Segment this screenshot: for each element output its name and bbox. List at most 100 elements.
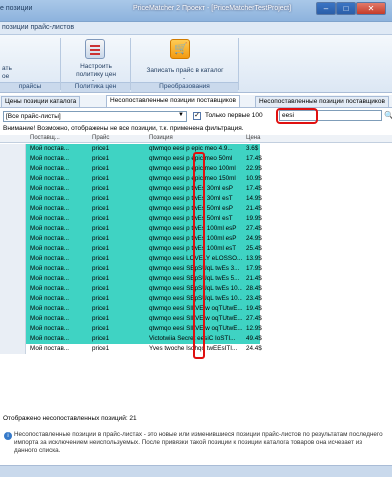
cell-cost: 19.9$ (246, 215, 262, 222)
filter-warning: Внимание! Возможно, отображены не все по… (3, 125, 244, 132)
cell-supplier: Мой постав... (30, 245, 70, 252)
cell-price: price1 (92, 345, 110, 352)
header-supplier[interactable]: Поставщ... (30, 135, 60, 141)
ribbon: ать ое Настроить политику цен - Записать… (0, 35, 392, 93)
row-indicator (0, 264, 26, 274)
table-row[interactable]: Мой постав... price1 Yves twoche Isqhqo tw… (0, 344, 262, 354)
cell-supplier: Мой постав... (30, 255, 70, 262)
write-catalog-button[interactable]: Записать прайс в каталог (145, 67, 225, 74)
cell-price: price1 (92, 205, 110, 212)
table-row[interactable]: Мой постав... price1 qtwmqo eesi p epic me… (0, 144, 260, 154)
row-indicator (0, 204, 26, 214)
price-list-select[interactable]: [Все прайс-листы] ▼ (3, 111, 187, 122)
tab-unmatched-other[interactable]: Несопоставленные позиции поставщиков (255, 96, 389, 107)
table-row[interactable]: Мой постав... price1 qtwmqo eesi SILVEtw o… (0, 314, 262, 324)
cell-price: price1 (92, 335, 110, 342)
cell-supplier: Мой постав... (30, 195, 70, 202)
row-indicator (0, 334, 26, 344)
cell-price: price1 (92, 245, 110, 252)
column-highlight (193, 152, 205, 359)
table-row[interactable]: Мой постав... price1 qtwmqo eesi p epic me… (0, 154, 262, 164)
table-row[interactable]: Мой постав... price1 qtwmqo eesi p twEs 30… (0, 194, 262, 204)
minimize-button[interactable]: – (316, 2, 336, 15)
info-text: Несопоставленные позиции в прайс-листах … (14, 431, 383, 454)
cell-cost: 28.4$ (246, 285, 262, 292)
filter-row: [Все прайс-листы] ▼ ✓ Только первые 100 … (0, 107, 392, 135)
table-row[interactable]: Мой постав... price1 Victotwiia Secret ees… (0, 334, 262, 344)
group-label-prices: прайсы (0, 82, 60, 92)
left-button-text-1[interactable]: ать (2, 65, 12, 72)
cell-cost: 27.4$ (246, 225, 262, 232)
cart-icon[interactable] (170, 39, 190, 59)
tab-catalog-prices[interactable]: Цены позиции каталога (1, 96, 81, 107)
search-icon[interactable]: 🔍 (384, 111, 392, 120)
ribbon-tab-label[interactable]: позиции прайс-листов (2, 24, 74, 31)
table-row[interactable]: Мой постав... price1 qtwmqo eesi SILVEtw o… (0, 304, 262, 314)
price-list-select-value: [Все прайс-листы] (6, 113, 61, 120)
table-row[interactable]: Мой постав... price1 qtwmqo eesi SEpSUqL t… (0, 294, 262, 304)
row-indicator (0, 304, 26, 314)
header-price[interactable]: Прайс (92, 135, 109, 141)
tab-unmatched-active[interactable]: Несопоставленные позиции поставщиков (106, 95, 240, 107)
table-row[interactable]: Мой постав... price1 qtwmqo eesi SEpSUqL t… (0, 284, 262, 294)
cell-supplier: Мой постав... (30, 295, 70, 302)
cell-cost: 17.4$ (246, 155, 262, 162)
configure-policy-button-line2[interactable]: политику цен (70, 71, 122, 78)
cell-price: price1 (92, 175, 110, 182)
cell-cost: 49.4$ (246, 335, 262, 342)
table-row[interactable]: Мой постав... price1 qtwmqo eesi p epic me… (0, 164, 262, 174)
group-label-policy: Политика цен (61, 82, 130, 92)
table-row[interactable]: Мой постав... price1 qtwmqo eesi p twEs 50… (0, 214, 262, 224)
row-indicator (0, 224, 26, 234)
cell-price: price1 (92, 295, 110, 302)
minimize-icon: – (323, 4, 329, 13)
maximize-icon: □ (343, 4, 349, 13)
table-row[interactable]: Мой постав... price1 qtwmqo eesi LOVELY eL… (0, 254, 262, 264)
table-row[interactable]: Мой постав... price1 qtwmqo eesi p twEs 30… (0, 184, 262, 194)
cell-supplier: Мой постав... (30, 155, 70, 162)
maximize-button[interactable]: □ (336, 2, 356, 15)
cell-supplier: Мой постав... (30, 285, 70, 292)
table-row[interactable]: Мой постав... price1 qtwmqo eesi SEpSUqL t… (0, 274, 262, 284)
table-row[interactable]: Мой постав... price1 qtwmqo eesi p twEs 10… (0, 244, 262, 254)
header-position[interactable]: Позиция (149, 135, 173, 141)
table-row[interactable]: Мой постав... price1 qtwmqo eesi SILVEtw o… (0, 324, 262, 334)
cell-cost: 22.9$ (246, 165, 262, 172)
configure-policy-button[interactable]: Настроить (74, 63, 118, 70)
cell-supplier: Мой постав... (30, 225, 70, 232)
table-row[interactable]: Мой постав... price1 qtwmqo eesi p twEs 10… (0, 234, 262, 244)
table-row[interactable]: Мой постав... price1 qtwmqo eesi p epic me… (0, 174, 262, 184)
table-row[interactable]: Мой постав... price1 qtwmqo eesi SEpSUqL t… (0, 264, 262, 274)
row-indicator (0, 274, 26, 284)
header-cost[interactable]: Цена (246, 135, 260, 141)
cell-supplier: Мой постав... (30, 215, 70, 222)
cell-cost: 23.4$ (246, 295, 262, 302)
first-100-checkbox[interactable]: ✓ (193, 112, 201, 120)
chevron-down-icon: ▼ (178, 112, 184, 118)
cell-price: price1 (92, 325, 110, 332)
cell-price: price1 (92, 265, 110, 272)
cell-price: price1 (92, 255, 110, 262)
row-indicator (0, 254, 26, 264)
first-100-label: Только первые 100 (205, 112, 263, 119)
row-indicator (0, 344, 26, 354)
left-button-text-2[interactable]: ое (2, 73, 9, 80)
cell-supplier: Мой постав... (30, 335, 70, 342)
cell-cost: 14.9$ (246, 195, 262, 202)
table-row[interactable]: Мой постав... price1 qtwmqo eesi p twEs 10… (0, 224, 262, 234)
cell-price: price1 (92, 235, 110, 242)
cell-price: price1 (92, 225, 110, 232)
close-icon: ✕ (367, 4, 375, 13)
close-button[interactable]: ✕ (356, 2, 386, 15)
cell-supplier: Мой постав... (30, 265, 70, 272)
cell-price: price1 (92, 155, 110, 162)
policy-icon[interactable] (85, 39, 105, 59)
cell-price: price1 (92, 165, 110, 172)
row-indicator (0, 194, 26, 204)
row-indicator (0, 144, 26, 154)
row-indicator (0, 294, 26, 304)
cell-supplier: Мой постав... (30, 205, 70, 212)
table-row[interactable]: Мой постав... price1 qtwmqo eesi p twEs 50… (0, 204, 262, 214)
row-indicator (0, 314, 26, 324)
info-icon: i (4, 432, 12, 440)
